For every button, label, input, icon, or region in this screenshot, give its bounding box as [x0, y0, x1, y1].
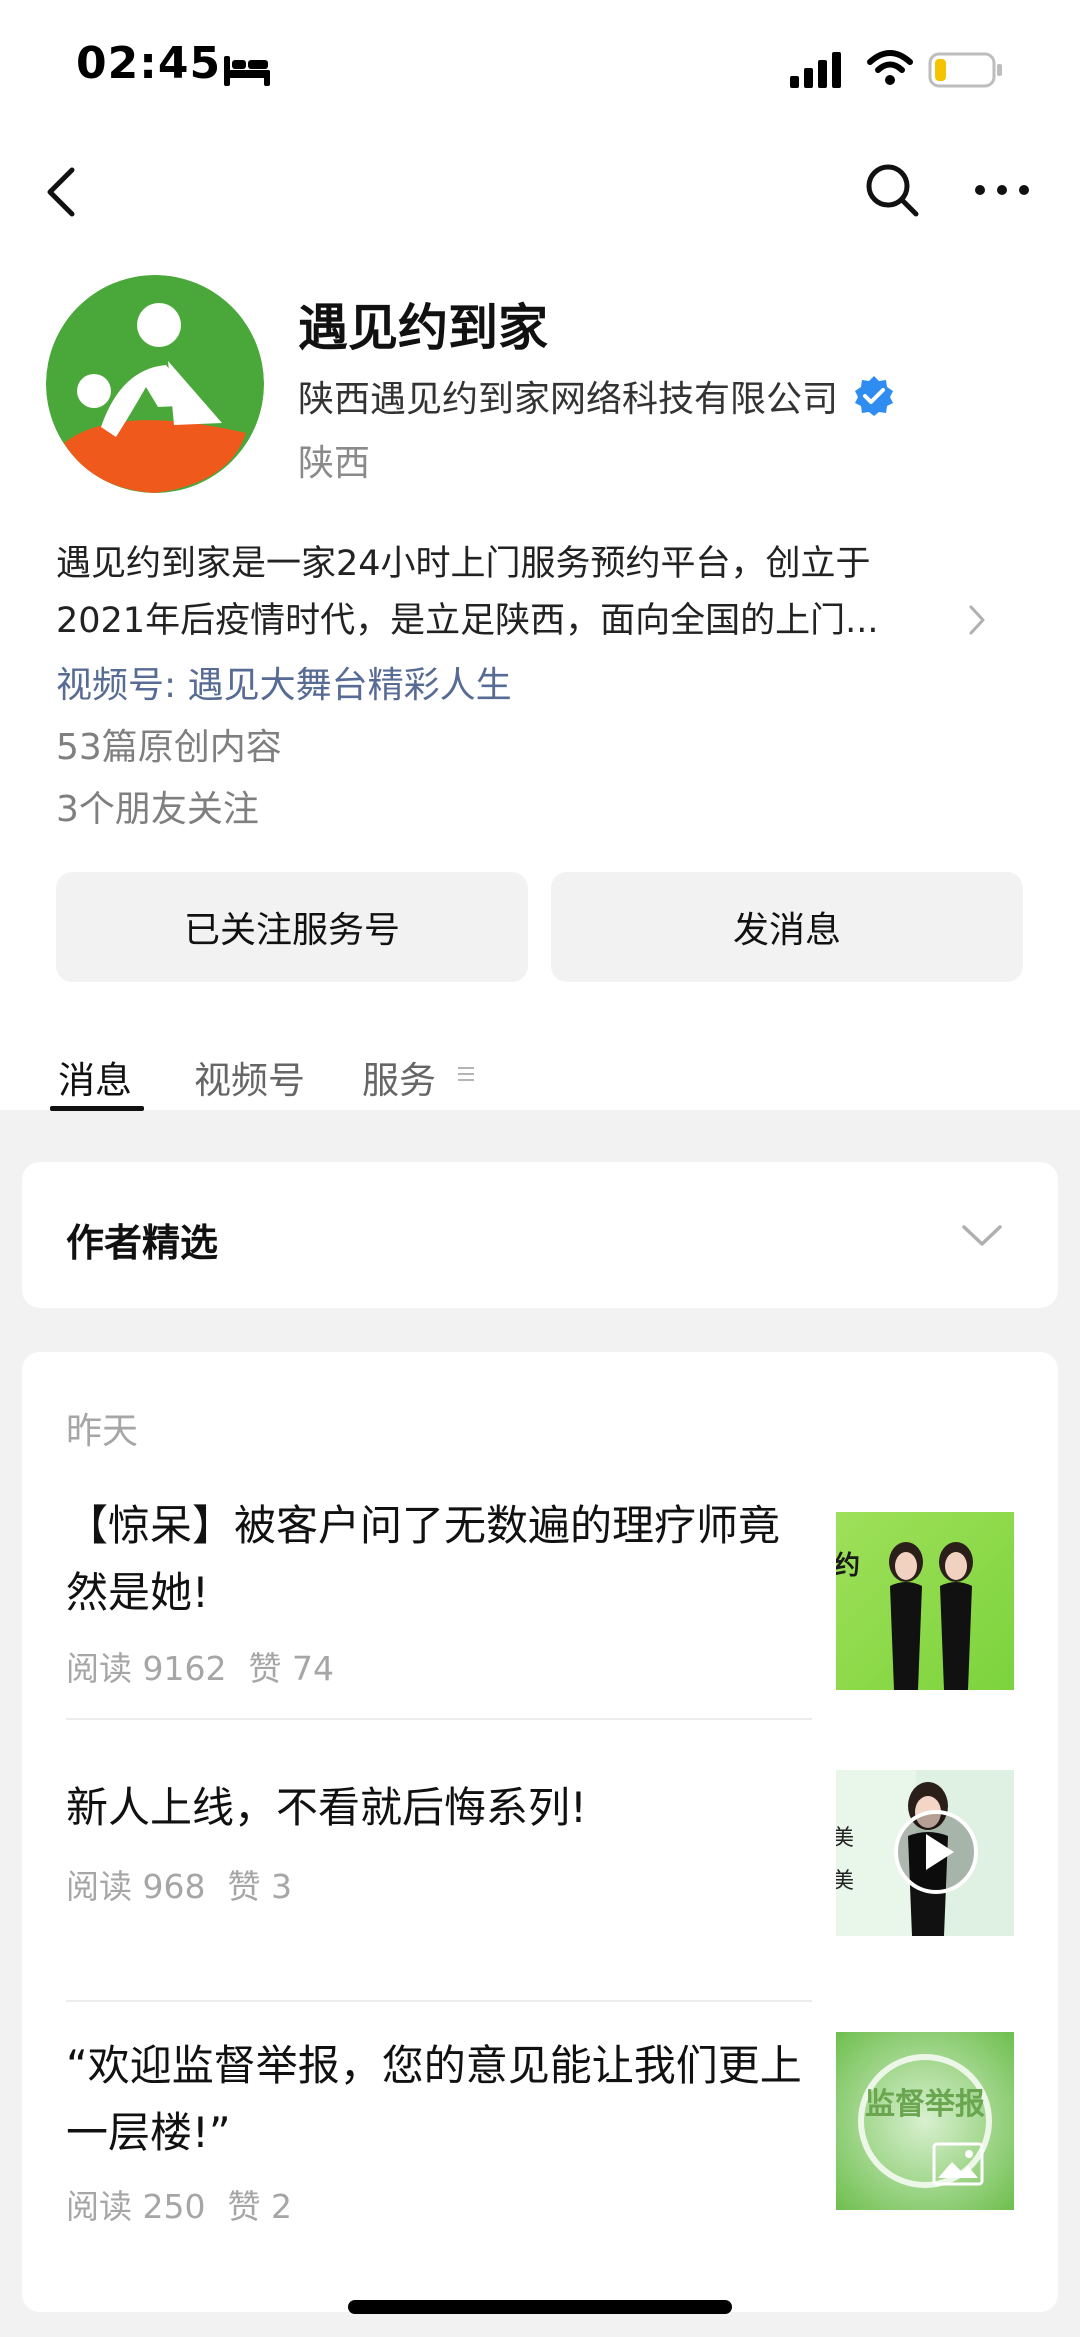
play-icon[interactable] — [892, 1808, 980, 1896]
company-name: 陕西遇见约到家网络科技有限公司 — [298, 379, 839, 420]
article-title: “欢迎监督举报，您的意见能让我们更上一层楼!” — [66, 2041, 802, 2157]
channel-link[interactable]: 视频号: 遇见大舞台精彩人生 — [56, 656, 512, 708]
active-tab-indicator — [50, 1106, 144, 1111]
article-title: 【惊呆】被客户问了无数遍的理疗师竟然是她! — [66, 1501, 781, 1617]
account-name: 遇见约到家 — [298, 299, 548, 357]
tab-channels[interactable]: 视频号 — [194, 1050, 305, 1104]
article-item[interactable]: 新人上线，不看就后悔系列! 阅读 968 赞 3 美 美 — [22, 1750, 1058, 1936]
author-picks-title: 作者精选 — [66, 1221, 219, 1265]
like-count: 赞 74 — [248, 1649, 334, 1688]
more-icon[interactable] — [972, 170, 1032, 210]
article-thumbnail: 监督举报 — [836, 2032, 1014, 2210]
home-indicator[interactable] — [348, 2300, 732, 2314]
tab-messages[interactable]: 消息 — [58, 1050, 132, 1104]
article-thumbnail: 约 — [836, 1512, 1014, 1690]
send-message-button[interactable]: 发消息 — [551, 872, 1023, 982]
author-picks-card[interactable]: 作者精选 — [22, 1162, 1058, 1308]
company-row[interactable]: 陕西遇见约到家网络科技有限公司 — [298, 370, 896, 422]
bed-icon — [224, 56, 270, 86]
thumbnail-text: 监督举报 — [865, 2087, 985, 2122]
back-icon[interactable] — [42, 164, 82, 220]
account-intro[interactable]: 遇见约到家是一家24小时上门服务预约平台，创立于 2021年后疫情时代，是立足陕… — [56, 536, 956, 650]
status-time: 02:45 — [76, 38, 222, 89]
date-label: 昨天 — [66, 1411, 139, 1452]
tab-bar: 消息 视频号 服务 — [0, 1040, 1080, 1111]
region-label: 陕西 — [298, 443, 371, 484]
like-count: 赞 2 — [227, 2187, 292, 2226]
tab-services[interactable]: 服务 — [362, 1050, 436, 1104]
article-title: 新人上线，不看就后悔系列! — [66, 1783, 587, 1832]
avatar[interactable] — [46, 275, 264, 493]
divider — [66, 1718, 812, 1720]
verified-icon — [855, 376, 894, 416]
article-item[interactable]: 【惊呆】被客户问了无数遍的理疗师竟然是她! 阅读 9162 赞 74 约 — [22, 1492, 1058, 1692]
article-list-card: 昨天 【惊呆】被客户问了无数遍的理疗师竟然是她! 阅读 9162 赞 74 约 新… — [22, 1352, 1058, 2312]
thumbnail-text: 约 — [836, 1550, 860, 1581]
article-meta: 阅读 250 赞 2 — [66, 2180, 292, 2228]
friends-following[interactable]: 3个朋友关注 — [56, 780, 259, 832]
thumbnail-text: 美 — [836, 1826, 854, 1851]
signal-icon — [790, 52, 841, 88]
read-count: 阅读 250 — [66, 2187, 206, 2226]
followed-button[interactable]: 已关注服务号 — [56, 872, 528, 982]
article-meta: 阅读 968 赞 3 — [66, 1860, 292, 1908]
read-count: 阅读 968 — [66, 1867, 206, 1906]
intro-line-1: 遇见约到家是一家24小时上门服务预约平台，创立于 — [56, 544, 871, 584]
article-meta: 阅读 9162 赞 74 — [66, 1642, 334, 1690]
read-count: 阅读 9162 — [66, 1649, 227, 1688]
article-item[interactable]: “欢迎监督举报，您的意见能让我们更上一层楼!” 阅读 250 赞 2 监督举报 — [22, 2032, 1058, 2302]
search-icon[interactable] — [862, 160, 922, 220]
thumbnail-text: 美 — [836, 1869, 854, 1894]
like-count: 赞 3 — [227, 1867, 292, 1906]
wifi-icon — [867, 50, 913, 85]
divider — [66, 2000, 812, 2002]
intro-line-2: 2021年后疫情时代，是立足陕西，面向全国的上门... — [56, 601, 879, 641]
original-count: 53篇原创内容 — [56, 727, 282, 768]
image-icon — [932, 2142, 984, 2186]
chevron-down-icon[interactable] — [960, 1222, 1004, 1250]
menu-lines-icon[interactable] — [456, 1064, 476, 1084]
chevron-right-icon[interactable] — [966, 602, 988, 638]
battery-icon — [928, 52, 1002, 88]
